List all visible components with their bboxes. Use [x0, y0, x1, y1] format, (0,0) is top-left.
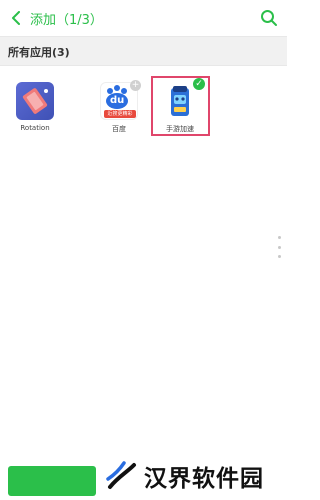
- chevron-left-icon: [12, 11, 20, 25]
- baidu-icon-text: du: [110, 95, 125, 106]
- scroll-handle[interactable]: [278, 236, 281, 258]
- baidu-icon-banner: 近搜更精彩: [104, 110, 136, 118]
- game-booster-app-icon: ✓: [161, 78, 205, 120]
- confirm-button[interactable]: [8, 466, 96, 496]
- rotation-app-icon: [16, 82, 54, 120]
- page-title: 添加（1/3）: [30, 13, 103, 28]
- check-badge-icon: ✓: [193, 78, 205, 90]
- search-button[interactable]: [259, 8, 279, 28]
- add-badge-icon[interactable]: +: [130, 80, 141, 91]
- section-title: 所有应用(3): [8, 46, 70, 59]
- search-icon: [261, 10, 277, 26]
- baidu-app-icon: du 近搜更精彩 +: [100, 80, 141, 120]
- watermark-text: 汉界软件园: [144, 466, 264, 492]
- header-bar: 添加（1/3）: [0, 0, 287, 36]
- app-label: 百度: [112, 125, 126, 133]
- app-item-rotation[interactable]: Rotation: [5, 82, 65, 132]
- back-button[interactable]: [6, 8, 26, 28]
- watermark: 汉界软件园: [104, 456, 284, 496]
- app-item-baidu[interactable]: du 近搜更精彩 + 百度: [89, 80, 149, 134]
- app-label: Rotation: [20, 124, 50, 132]
- app-label: 手游加速: [166, 125, 194, 133]
- section-header: 所有应用(3): [0, 36, 287, 66]
- watermark-logo-icon: [106, 461, 136, 489]
- app-item-game-booster[interactable]: ✓ 手游加速: [150, 78, 210, 134]
